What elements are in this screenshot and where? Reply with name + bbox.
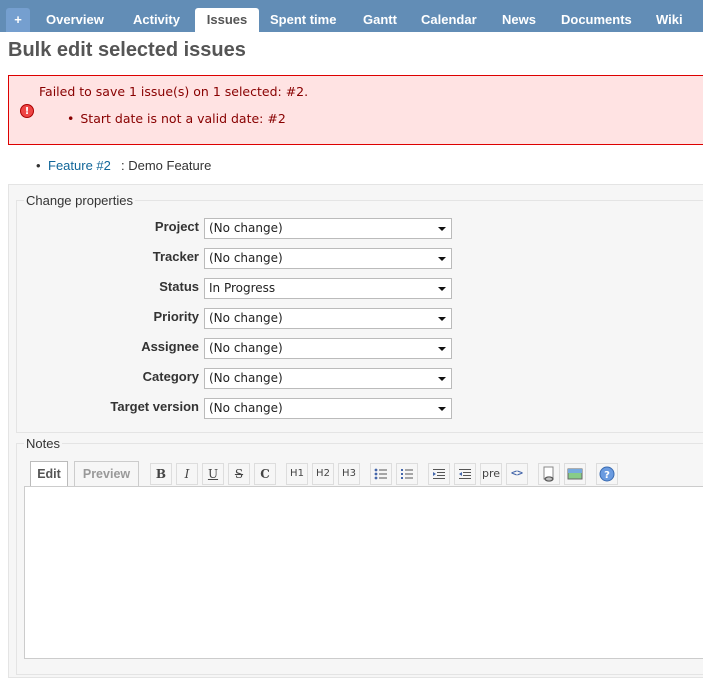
tab-wiki[interactable]: Wiki [654, 8, 685, 32]
tab-edit[interactable]: Edit [30, 461, 68, 488]
category-label: Category [142, 369, 199, 384]
preformatted-button[interactable]: pre [480, 463, 502, 485]
indent-button[interactable] [428, 463, 450, 485]
underline-button[interactable]: U [202, 463, 224, 485]
issue-link[interactable]: Feature #2 [48, 158, 111, 173]
priority-label: Priority [153, 309, 199, 324]
help-button[interactable]: ? [596, 463, 618, 485]
bullet: • [36, 158, 41, 173]
notes-legend: Notes [24, 436, 62, 451]
outdent-icon [459, 469, 471, 479]
heading3-button[interactable]: H3 [338, 463, 360, 485]
tab-documents[interactable]: Documents [559, 8, 634, 32]
tab-preview[interactable]: Preview [74, 461, 139, 487]
tab-activity[interactable]: Activity [131, 8, 182, 32]
change-properties-legend: Change properties [24, 193, 135, 208]
code-highlight-button[interactable]: <> [506, 463, 528, 485]
numbered-list-icon [401, 469, 413, 479]
inline-code-button[interactable]: C [254, 463, 276, 485]
image-button[interactable] [564, 463, 586, 485]
tab-calendar[interactable]: Calendar [419, 8, 479, 32]
target-version-label: Target version [110, 399, 199, 414]
tab-news[interactable]: News [500, 8, 538, 32]
error-explanation: ! Failed to save 1 issue(s) on 1 selecte… [8, 75, 703, 145]
chevron-down-icon [438, 317, 446, 321]
tab-spent-time[interactable]: Spent time [268, 8, 338, 32]
unordered-list-button[interactable] [370, 463, 392, 485]
ordered-list-button[interactable] [396, 463, 418, 485]
heading2-button[interactable]: H2 [312, 463, 334, 485]
error-title: Failed to save 1 issue(s) on 1 selected:… [39, 84, 309, 99]
assignee-label: Assignee [141, 339, 199, 354]
outdent-button[interactable] [454, 463, 476, 485]
error-icon: ! [20, 104, 34, 118]
target-version-select[interactable]: (No change) [204, 398, 452, 419]
tab-issues[interactable]: Issues [195, 8, 259, 32]
strikethrough-button[interactable]: S [228, 463, 250, 485]
issue-subject: : Demo Feature [121, 158, 212, 173]
chevron-down-icon [438, 347, 446, 351]
tracker-select[interactable]: (No change) [204, 248, 452, 269]
category-select[interactable]: (No change) [204, 368, 452, 389]
image-icon [567, 468, 583, 480]
bold-button[interactable]: B [150, 463, 172, 485]
chevron-down-icon [438, 377, 446, 381]
chevron-down-icon [438, 287, 446, 291]
heading1-button[interactable]: H1 [286, 463, 308, 485]
wiki-link-button[interactable] [538, 463, 560, 485]
error-item: Start date is not a valid date: #2 [67, 111, 285, 126]
assignee-select[interactable]: (No change) [204, 338, 452, 359]
chevron-down-icon [438, 227, 446, 231]
help-icon: ? [599, 466, 615, 482]
bullet-list-icon [374, 468, 387, 480]
tracker-label: Tracker [152, 249, 199, 264]
chevron-down-icon [438, 407, 446, 411]
priority-select[interactable]: (No change) [204, 308, 452, 329]
tab-gantt[interactable]: Gantt [361, 8, 399, 32]
indent-icon [433, 469, 445, 479]
page-title: Bulk edit selected issues [8, 39, 246, 61]
link-icon [543, 466, 554, 482]
status-select[interactable]: In Progress [204, 278, 452, 299]
tab-overview[interactable]: Overview [44, 8, 106, 32]
project-label: Project [154, 219, 199, 234]
new-object-tab[interactable]: + [6, 8, 30, 32]
svg-text:?: ? [604, 470, 610, 481]
italic-button[interactable]: I [176, 463, 198, 485]
chevron-down-icon [438, 257, 446, 261]
main-menu: + Overview Activity Issues Spent time Ga… [0, 0, 703, 32]
status-label: Status [159, 279, 199, 294]
project-select[interactable]: (No change) [204, 218, 452, 239]
notes-textarea[interactable] [24, 486, 703, 659]
